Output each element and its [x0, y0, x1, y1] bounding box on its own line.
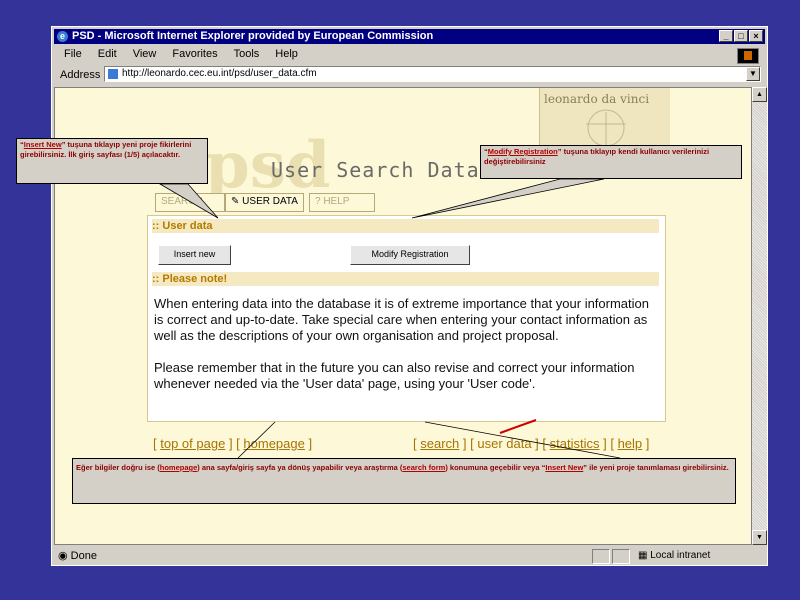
bracket: ] — [645, 436, 650, 451]
windows-logo-icon — [737, 48, 759, 64]
address-dropdown-icon[interactable]: ▼ — [746, 67, 760, 81]
menu-edit[interactable]: Edit — [98, 48, 117, 60]
homepage-link[interactable]: homepage — [243, 436, 304, 451]
bracket: ] [ — [228, 436, 240, 451]
top-of-page-link[interactable]: top of page — [160, 436, 225, 451]
bracket: [ — [153, 436, 157, 451]
menu-favorites[interactable]: Favorites — [172, 48, 217, 60]
callout-text: ) konumuna geçebilir veya “ — [445, 463, 546, 472]
tab-help[interactable]: ? HELP — [309, 193, 375, 212]
footer-nav-left: [ top of page ] [ homepage ] — [153, 436, 312, 451]
callout-text: Eğer bilgiler doğru ise ( — [76, 463, 160, 472]
callout-insert-new: “Insert New” tuşuna tıklayıp yeni proje … — [16, 138, 208, 184]
menu-tools[interactable]: Tools — [234, 48, 260, 60]
bracket: [ — [413, 436, 417, 451]
footer-nav-right: [ search ] [ user data ] [ statistics ] … — [413, 436, 649, 451]
menu-help[interactable]: Help — [275, 48, 298, 60]
zone-text: Local intranet — [650, 550, 711, 561]
status-pane — [592, 549, 610, 564]
status-pane — [612, 549, 630, 564]
bracket: ] [ — [603, 436, 614, 451]
user-data-panel: :: User data Insert new Modify Registrat… — [147, 215, 666, 422]
callout-link: search form — [402, 463, 446, 472]
close-button[interactable]: × — [749, 30, 763, 42]
status-text: Done — [70, 550, 97, 562]
note-paragraph: When entering data into the database it … — [154, 296, 649, 343]
title-bar: e PSD - Microsoft Internet Explorer prov… — [54, 29, 765, 44]
tab-search[interactable]: SEARCH — [155, 193, 225, 212]
callout-link: Modify Registration — [487, 147, 558, 156]
window-title: PSD - Microsoft Internet Explorer provid… — [72, 30, 434, 42]
bracket: ] — [308, 436, 313, 451]
vitruvian-man-icon — [586, 109, 626, 148]
tab-user-data-label: USER DATA — [242, 196, 298, 207]
modify-registration-button[interactable]: Modify Registration — [350, 245, 470, 265]
tab-user-data[interactable]: ✎ USER DATA — [225, 193, 304, 212]
zone-indicator: ▦ Local intranet — [638, 550, 711, 561]
search-link[interactable]: search — [420, 436, 459, 451]
menu-bar: File Edit View Favorites Tools Help — [54, 46, 765, 63]
user-data-current: ] [ user data ] [ — [462, 436, 547, 451]
leonardo-banner: leonardo da vinci — [539, 88, 670, 150]
page-icon — [108, 69, 118, 79]
callout-text: ” ile yeni proje tanımlaması girebilirsi… — [583, 463, 729, 472]
callout-navigation: Eğer bilgiler doğru ise (homepage) ana s… — [72, 458, 736, 504]
section-please-note: :: Please note! — [152, 272, 659, 286]
minimize-button[interactable]: _ — [719, 30, 733, 42]
address-input[interactable]: http://leonardo.cec.eu.int/psd/user_data… — [104, 66, 761, 82]
callout-modify-registration: “Modify Registration” tuşuna tıklayıp ke… — [480, 145, 742, 179]
scroll-down-icon[interactable]: ▼ — [752, 530, 767, 545]
insert-new-button[interactable]: Insert new — [158, 245, 231, 265]
address-url: http://leonardo.cec.eu.int/psd/user_data… — [122, 68, 317, 79]
note-text: When entering data into the database it … — [154, 296, 654, 408]
help-link[interactable]: help — [618, 436, 643, 451]
callout-link: homepage — [159, 463, 198, 472]
statistics-link[interactable]: statistics — [550, 436, 600, 451]
note-paragraph: Please remember that in the future you c… — [154, 360, 635, 391]
callout-text: ) ana sayfa/giriş sayfa ya dönüş yapabil… — [197, 463, 403, 472]
address-label: Address — [60, 69, 101, 81]
section-user-data: :: User data — [152, 219, 659, 233]
menu-file[interactable]: File — [64, 48, 82, 60]
address-bar: Address http://leonardo.cec.eu.int/psd/u… — [54, 65, 765, 85]
status-bar: ◉ Done ▦ Local intranet — [54, 548, 765, 564]
menu-view[interactable]: View — [133, 48, 157, 60]
scroll-up-icon[interactable]: ▲ — [752, 87, 767, 102]
callout-link: Insert New — [545, 463, 584, 472]
vertical-scrollbar[interactable]: ▲ ▼ — [752, 87, 767, 545]
maximize-button[interactable]: □ — [734, 30, 748, 42]
callout-link: Insert New — [23, 140, 62, 149]
status-done: ◉ Done — [58, 550, 97, 562]
ie-icon: e — [57, 31, 68, 42]
